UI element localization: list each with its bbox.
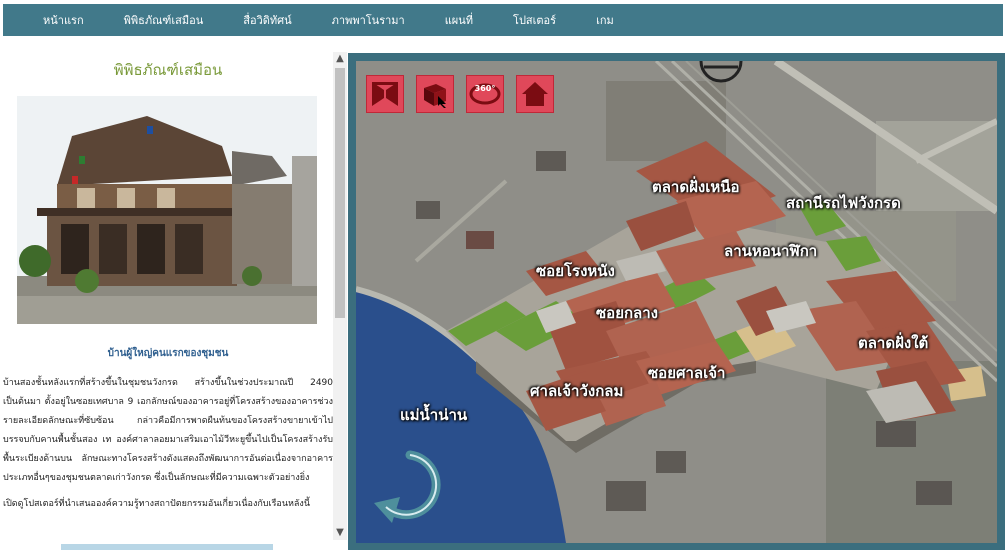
rotate-icon [374,450,441,523]
top-navbar: หน้าแรก พิพิธภัณฑ์เสมือน สื่อวิดิทัศน์ ภ… [3,4,1003,36]
scroll-up-icon[interactable]: ▲ [333,52,347,66]
scroll-thumb[interactable] [335,68,345,318]
map-background [356,61,997,543]
label-station[interactable]: สถานีรถไฟวังกรด [786,191,901,215]
nav-game[interactable]: เกม [596,11,614,29]
panel-scrollbar[interactable]: ▲ ▼ [333,52,347,540]
home-icon [522,82,548,106]
panorama-button[interactable]: 360° [466,75,504,113]
panel-title: พิพิธภัณฑ์เสมือน [113,61,223,79]
nav-home[interactable]: หน้าแรก [43,11,84,29]
fullscreen-icon [372,82,398,106]
photo-caption: บ้านผู้ใหญ่คนแรกของชุมชน [107,348,229,359]
nav-poster[interactable]: โปสเตอร์ [513,11,556,29]
svg-text:360°: 360° [475,84,496,93]
label-south-market[interactable]: ตลาดฝั่งใต้ [858,331,928,355]
label-soi-mill[interactable]: ซอยโรงหนัง [536,259,615,283]
label-soi-middle[interactable]: ซอยกลาง [596,301,658,325]
fullscreen-button[interactable] [366,75,404,113]
panorama-360-icon: 360° [469,83,501,105]
poster-link-text[interactable]: เปิดดูโปสเตอร์ที่นำเสนอองค์ความรู้ทางสถา… [3,496,333,510]
map-frame: 360° ตลาดฝั่งเหนือ สถานีรถไฟวังกรด ลานหอ… [348,53,1005,550]
nav-panorama[interactable]: ภาพพาโนรามา [332,11,405,29]
nav-video[interactable]: สื่อวิดิทัศน์ [243,11,291,29]
interactive-map[interactable]: 360° ตลาดฝั่งเหนือ สถานีรถไฟวังกรด ลานหอ… [356,61,997,543]
description-text: บ้านสองชั้นหลังแรกที่สร้างขึ้นในชุมชนวัง… [3,378,333,483]
label-north-market[interactable]: ตลาดฝั่งเหนือ [652,175,740,199]
label-shrine[interactable]: ศาลเจ้าวังกลม [530,379,623,403]
rotate-button[interactable] [370,445,450,535]
3d-view-button[interactable] [416,75,454,113]
poster-button[interactable] [61,544,273,550]
nav-virtual-museum[interactable]: พิพิธภัณฑ์เสมือน [124,11,204,29]
label-soi-shrine[interactable]: ซอยศาลเจ้า [648,361,725,385]
label-clock-yard[interactable]: ลานหอนาฬิกา [724,239,817,263]
nav-map[interactable]: แผนที่ [445,11,473,29]
scroll-down-icon[interactable]: ▼ [333,526,347,540]
home-button[interactable] [516,75,554,113]
house-photo [17,96,317,324]
info-panel: พิพิธภัณฑ์เสมือน บ้านผู้ใหญ่คนแรกของชุมช… [3,40,348,556]
page: หน้าแรก พิพิธภัณฑ์เสมือน สื่อวิดิทัศน์ ภ… [0,0,1007,556]
3d-box-icon [424,84,446,108]
label-river: แม่น้ำน่าน [400,406,468,424]
